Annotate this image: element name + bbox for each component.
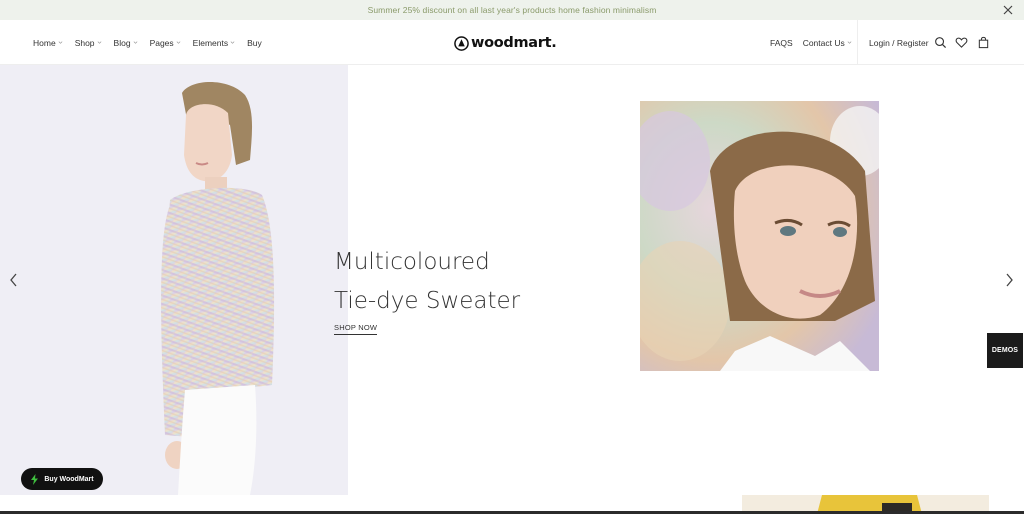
hero-slider: Multicoloured Tie-dye Sweater SHOP NOW xyxy=(0,65,1024,495)
main-nav: Home Shop Blog Pages Elements Buy xyxy=(33,20,274,65)
chevron-down-icon xyxy=(58,41,63,44)
nav-blog-label: Blog xyxy=(113,37,131,48)
nav-buy-label: Buy xyxy=(247,37,262,48)
lightning-bolt-icon xyxy=(31,473,39,485)
hero-portrait-image xyxy=(640,101,879,371)
nav-contact-label: Contact Us xyxy=(802,37,845,48)
promo-text: Summer 25% discount on all last year's p… xyxy=(367,5,657,15)
header-divider xyxy=(857,20,858,65)
nav-shop-label: Shop xyxy=(74,37,95,48)
chevron-down-icon xyxy=(97,41,101,44)
chevron-down-icon xyxy=(133,41,137,44)
nav-buy[interactable]: Buy xyxy=(247,38,262,48)
nav-faqs-label: FAQS xyxy=(770,37,793,48)
site-logo[interactable]: woodmart. xyxy=(454,32,557,54)
chevron-down-icon xyxy=(847,41,852,44)
nav-pages-label: Pages xyxy=(149,37,174,48)
nav-shop[interactable]: Shop xyxy=(75,38,102,48)
logo-icon xyxy=(454,35,469,51)
hero-title: Multicoloured Tie-dye Sweater xyxy=(334,243,520,321)
nav-contact[interactable]: Contact Us xyxy=(803,38,852,48)
nav-elements[interactable]: Elements xyxy=(193,38,235,48)
chevron-down-icon xyxy=(230,41,235,44)
model-photo-illustration xyxy=(161,82,275,495)
hero-title-line2: Tie-dye Sweater xyxy=(334,288,521,314)
site-header: Home Shop Blog Pages Elements Buy woodma… xyxy=(0,20,1024,65)
buy-woodmart-label: Buy WoodMart xyxy=(44,475,94,483)
demos-button[interactable]: DEMOS xyxy=(987,333,1023,368)
nav-home[interactable]: Home xyxy=(33,38,63,48)
buy-woodmart-button[interactable]: Buy WoodMart xyxy=(21,468,103,490)
hero-title-line1: Multicoloured xyxy=(334,249,490,275)
close-icon[interactable] xyxy=(1002,4,1014,16)
shop-now-link[interactable]: SHOP NOW xyxy=(334,323,378,335)
cart-bag-icon[interactable] xyxy=(977,36,990,49)
promo-bar: Summer 25% discount on all last year's p… xyxy=(0,0,1024,20)
nav-blog[interactable]: Blog xyxy=(114,38,138,48)
nav-home-label: Home xyxy=(33,37,56,48)
secondary-nav: FAQS Contact Us xyxy=(770,20,862,65)
nav-elements-label: Elements xyxy=(192,37,229,48)
wishlist-heart-icon[interactable] xyxy=(955,36,968,49)
portrait-photo-illustration xyxy=(640,101,879,371)
chevron-down-icon xyxy=(176,41,181,44)
login-register-link[interactable]: Login / Register xyxy=(869,20,929,65)
hero-model-image xyxy=(0,65,348,495)
next-slide-arrow-icon[interactable] xyxy=(1002,272,1016,288)
logo-text: woodmart. xyxy=(471,35,557,51)
prev-slide-arrow-icon[interactable] xyxy=(7,272,21,288)
search-icon[interactable] xyxy=(934,36,947,49)
nav-faqs[interactable]: FAQS xyxy=(770,38,793,48)
nav-pages[interactable]: Pages xyxy=(150,38,181,48)
